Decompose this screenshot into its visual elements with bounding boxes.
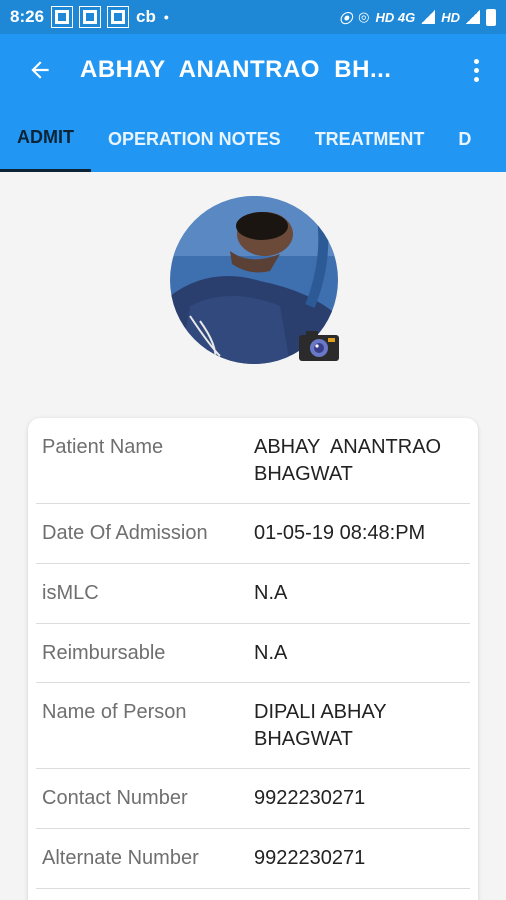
detail-value: N.A bbox=[254, 642, 288, 664]
detail-label: Alternate Number bbox=[42, 847, 199, 869]
back-button[interactable] bbox=[0, 34, 80, 106]
detail-label: Name of Person bbox=[42, 701, 187, 723]
detail-value: DIPALI ABHAY BHAGWAT bbox=[254, 701, 387, 750]
detail-label: Contact Number bbox=[42, 787, 188, 809]
page-title: ABHAY ANANTRAO BH... bbox=[80, 56, 392, 83]
network-label-2: HD bbox=[441, 9, 460, 25]
detail-row-name-of-person: Name of Person DIPALI ABHAY BHAGWAT bbox=[36, 683, 470, 769]
carrier-notification-text: cb bbox=[136, 7, 156, 26]
tab-operation-notes[interactable]: OPERATION NOTES bbox=[91, 106, 298, 172]
tab-admit[interactable]: ADMIT bbox=[0, 106, 91, 172]
more-notifications-icon: • bbox=[163, 9, 169, 25]
more-vert-icon bbox=[473, 58, 479, 64]
detail-value: 01-05-19 08:48:PM bbox=[254, 522, 426, 544]
signal-icon bbox=[466, 10, 480, 24]
network-label-1: HD 4G bbox=[375, 9, 416, 25]
detail-value: ABHAY ANANTRAO BHAGWAT bbox=[254, 436, 442, 485]
detail-value: N.A bbox=[254, 582, 288, 604]
qr-notification-icon bbox=[51, 6, 74, 28]
detail-row-patient-name: Patient Name ABHAY ANANTRAO BHAGWAT bbox=[36, 418, 470, 504]
status-bar: 8:26 cb • ⦿ ◎ HD 4G HD bbox=[0, 0, 506, 34]
tab-more[interactable]: D bbox=[441, 106, 488, 172]
tab-bar: ADMIT OPERATION NOTES TREATMENT D bbox=[0, 106, 506, 172]
detail-row-reimbursable: Reimbursable N.A bbox=[36, 624, 470, 683]
signal-icon bbox=[421, 10, 436, 24]
qr-notification-icon bbox=[107, 6, 130, 28]
detail-row-ismlc: isMLC N.A bbox=[36, 564, 470, 624]
battery-icon bbox=[486, 8, 496, 26]
detail-value: 9922230271 bbox=[254, 847, 366, 869]
app-bar: ABHAY ANANTRAO BH... bbox=[0, 34, 506, 106]
detail-value: 9922230271 bbox=[254, 787, 366, 809]
camera-button[interactable] bbox=[298, 330, 340, 362]
avatar-container bbox=[170, 196, 340, 364]
detail-label: isMLC bbox=[42, 582, 99, 604]
tab-treatment[interactable]: TREATMENT bbox=[298, 106, 442, 172]
detail-row-contact-number: Contact Number 9922230271 bbox=[36, 769, 470, 829]
more-options-button[interactable] bbox=[446, 34, 506, 106]
hotspot-icon: ◎ bbox=[358, 9, 370, 24]
detail-row-date-of-admission: Date Of Admission 01-05-19 08:48:PM bbox=[36, 504, 470, 564]
qr-notification-icon bbox=[79, 6, 102, 28]
arrow-back-icon bbox=[31, 61, 49, 79]
detail-label: Reimbursable bbox=[42, 642, 166, 664]
detail-row-alternate-number: Alternate Number 9922230271 bbox=[36, 829, 470, 889]
detail-label: Patient Name bbox=[42, 436, 164, 458]
detail-label: Date Of Admission bbox=[42, 522, 208, 544]
admission-details-card: Patient Name ABHAY ANANTRAO BHAGWAT Date… bbox=[28, 418, 478, 900]
status-time: 8:26 bbox=[10, 7, 45, 26]
camera-icon bbox=[299, 331, 339, 361]
location-icon: ⦿ bbox=[339, 10, 353, 26]
